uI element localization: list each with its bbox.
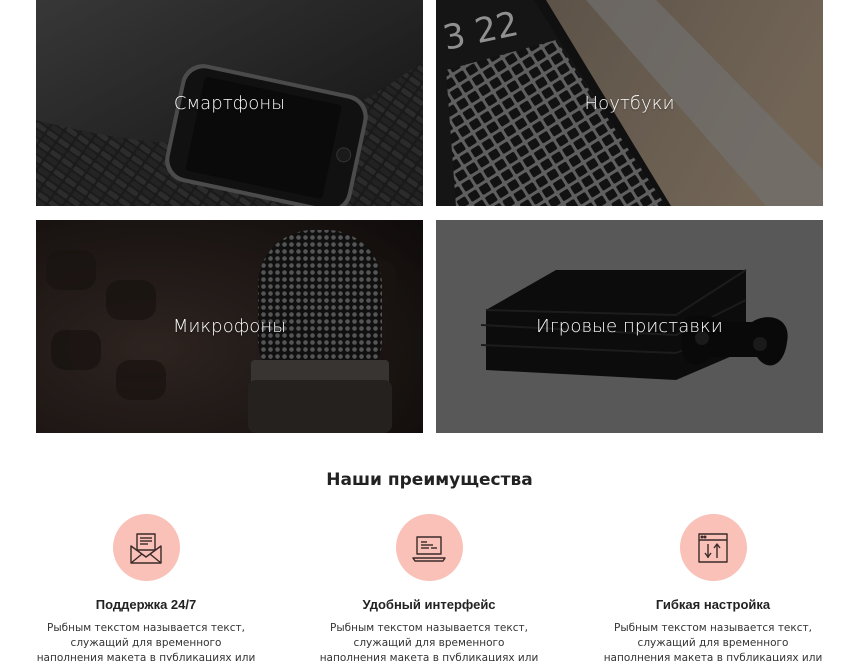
feature-description: Рыбным текстом называется текст, служащи… (603, 622, 823, 661)
category-tile-smartphones[interactable]: Смартфоны (36, 0, 423, 206)
category-tile-microphones[interactable]: Микрофоны (36, 220, 423, 433)
envelope-document-icon (130, 532, 162, 564)
feature-title: Гибкая настройка (655, 597, 771, 612)
feature-title: Поддержка 24/7 (95, 597, 197, 612)
feature-description: Рыбным текстом называется текст, служащи… (36, 622, 256, 661)
laptop-code-icon (412, 535, 446, 562)
feature-interface: Удобный интерфейс Рыбным текстом называе… (299, 514, 559, 661)
feature-description: Рыбным текстом называется текст, служащи… (319, 622, 539, 661)
feature-icon-circle (112, 514, 180, 581)
feature-icon-circle (395, 514, 463, 581)
feature-support: Поддержка 24/7 Рыбным текстом называется… (16, 514, 276, 661)
category-tile-laptops[interactable]: 3 22 Ноутбуки (436, 0, 823, 206)
category-label: Микрофоны (172, 316, 287, 337)
category-tile-consoles[interactable]: Игровые приставки (436, 220, 823, 433)
feature-settings: Гибкая настройка Рыбным текстом называет… (583, 514, 843, 661)
category-label: Ноутбуки (584, 92, 675, 114)
settings-window-icon (698, 532, 728, 563)
feature-title: Удобный интерфейс (362, 597, 496, 612)
category-label: Игровые приставки (536, 316, 723, 337)
feature-icon-circle (679, 514, 747, 581)
category-label: Смартфоны (173, 92, 286, 114)
section-title: Наши преимущества (326, 470, 533, 490)
